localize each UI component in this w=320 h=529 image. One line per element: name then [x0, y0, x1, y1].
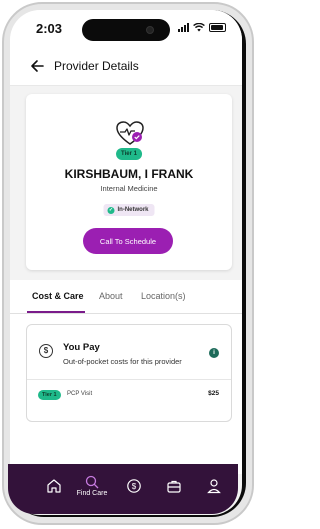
network-status-badge: ✓ In-Network [103, 204, 155, 216]
tier-badge: Tier 1 [116, 148, 142, 160]
row-amount: $25 [208, 390, 219, 397]
nav-home[interactable] [42, 474, 66, 504]
network-label: In-Network [117, 207, 149, 213]
nav-costs[interactable]: $ [122, 474, 146, 504]
app-screen: 2:03 Provider Details Tier 1 KIRSHBAUM, … [10, 10, 242, 515]
tab-bar: Cost & Care About Location(s) [10, 280, 242, 314]
home-icon [47, 479, 61, 493]
battery-icon [209, 22, 226, 32]
nav-find-care-label: Find Care [76, 490, 108, 497]
cost-card: $ You Pay Out-of-pocket costs for this p… [26, 324, 232, 422]
wifi-icon [193, 22, 205, 31]
search-icon [85, 475, 99, 489]
status-icons [178, 22, 226, 32]
tab-content: $ You Pay Out-of-pocket costs for this p… [10, 314, 242, 474]
tab-about[interactable]: About [99, 291, 123, 301]
page-title: Provider Details [54, 59, 139, 73]
nav-benefits[interactable] [162, 474, 186, 504]
nav-find-care[interactable]: Find Care [77, 470, 107, 500]
dynamic-island [82, 19, 170, 41]
provider-specialty: Internal Medicine [100, 184, 158, 193]
svg-text:$: $ [132, 482, 137, 491]
dollar-circle-icon: $ [39, 344, 53, 358]
row-service-label: PCP Visit [67, 391, 93, 397]
heart-pulse-icon [116, 121, 144, 145]
person-icon [207, 479, 221, 494]
camera-icon [146, 26, 154, 34]
active-tab-indicator [27, 311, 85, 313]
provider-card: Tier 1 KIRSHBAUM, I FRANK Internal Medic… [26, 94, 232, 270]
cost-subtitle: Out-of-pocket costs for this provider [63, 357, 182, 366]
status-bar: 2:03 [10, 10, 242, 46]
call-to-schedule-button[interactable]: Call To Schedule [83, 228, 173, 254]
signal-icon [178, 22, 189, 32]
divider [27, 379, 231, 380]
briefcase-icon [167, 480, 181, 493]
provider-name: KIRSHBAUM, I FRANK [64, 167, 194, 181]
status-time: 2:03 [36, 21, 63, 36]
page-header: Provider Details [10, 46, 242, 86]
info-icon[interactable]: i [209, 348, 219, 358]
nav-profile[interactable] [202, 474, 226, 504]
bottom-nav: Find Care $ [8, 464, 238, 514]
tab-cost-care[interactable]: Cost & Care [32, 291, 84, 301]
cost-title: You Pay [63, 342, 100, 353]
back-arrow-icon[interactable] [28, 56, 48, 76]
tab-locations[interactable]: Location(s) [141, 291, 186, 301]
check-circle-icon: ✓ [107, 206, 115, 214]
dollar-icon: $ [127, 479, 141, 493]
row-tier-badge: Tier 1 [38, 390, 61, 400]
